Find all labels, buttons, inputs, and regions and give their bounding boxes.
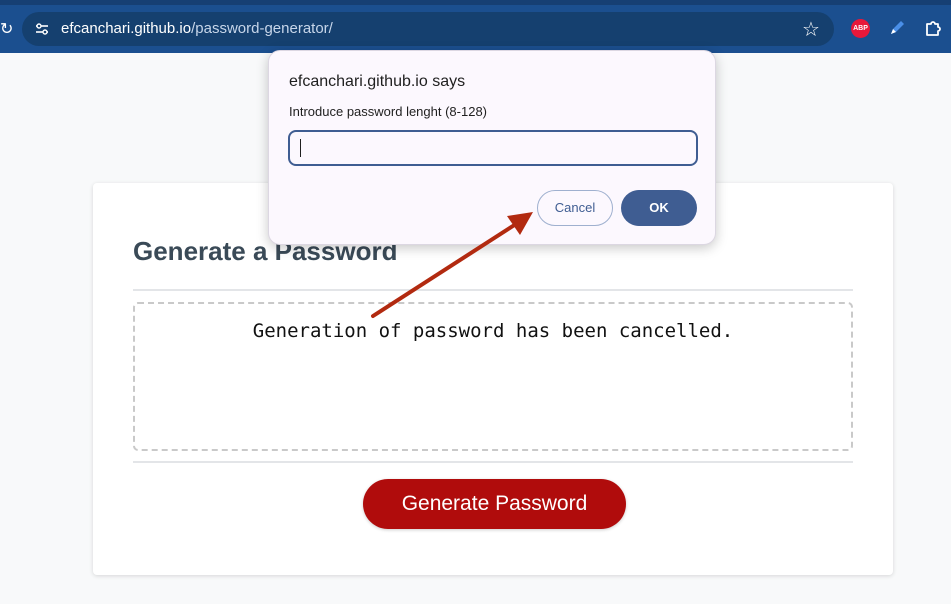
url-text[interactable]: efcanchari.github.io/password-generator/ (61, 20, 333, 38)
password-length-input[interactable] (288, 130, 698, 166)
text-caret (300, 139, 301, 157)
ok-button[interactable]: OK (621, 190, 697, 226)
generate-password-button[interactable]: Generate Password (363, 479, 626, 529)
prompt-dialog: efcanchari.github.io says Introduce pass… (268, 50, 716, 245)
dialog-title: efcanchari.github.io says (289, 73, 466, 90)
pen-extension-icon[interactable] (888, 19, 906, 37)
browser-toolbar: ↻ efcanchari.github.io/password-generato… (0, 0, 951, 53)
tab-strip-edge (0, 0, 951, 5)
password-output[interactable]: Generation of password has been cancelle… (133, 302, 853, 451)
divider-bottom (133, 461, 853, 463)
adblock-plus-icon[interactable]: ABP (851, 19, 870, 38)
extensions-puzzle-icon[interactable] (924, 18, 944, 38)
url-host: efcanchari.github.io (61, 20, 192, 37)
dialog-message: Introduce password lenght (8-128) (289, 104, 488, 119)
address-bar[interactable]: efcanchari.github.io/password-generator/… (22, 12, 834, 46)
cancel-button[interactable]: Cancel (537, 190, 613, 226)
divider-top (133, 289, 853, 291)
bookmark-star-icon[interactable]: ☆ (801, 19, 821, 39)
reload-icon[interactable]: ↻ (0, 18, 13, 40)
site-info-icon[interactable] (34, 21, 50, 37)
url-path: /password-generator/ (191, 20, 333, 37)
